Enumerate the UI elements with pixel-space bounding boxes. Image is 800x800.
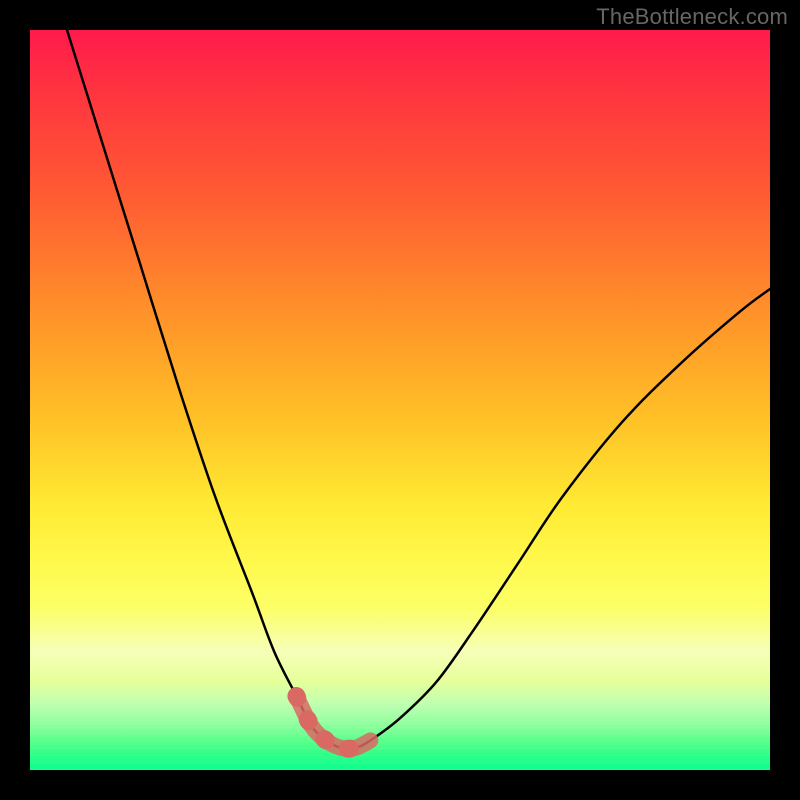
chart-svg — [30, 30, 770, 770]
watermark-text: TheBottleneck.com — [596, 4, 788, 30]
bottleneck-curve — [67, 30, 770, 749]
highlight-layer — [296, 696, 370, 749]
chart-stage: TheBottleneck.com — [0, 0, 800, 800]
plot-area — [30, 30, 770, 770]
curve-layer — [67, 30, 770, 749]
